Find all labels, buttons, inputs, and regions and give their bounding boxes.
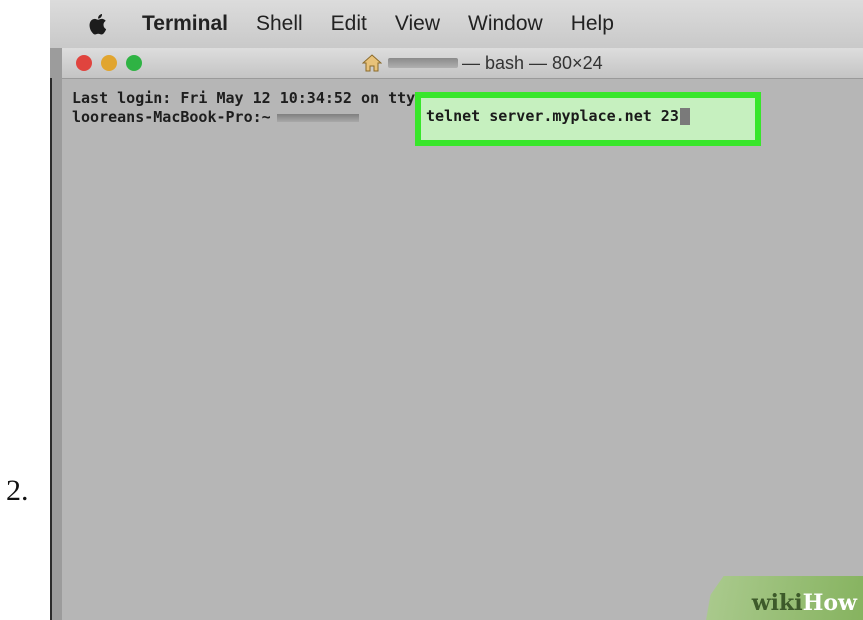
- background-window-edge: [50, 78, 52, 620]
- menu-help[interactable]: Help: [557, 0, 628, 48]
- menu-bar: Terminal Shell Edit View Window Help: [50, 0, 863, 48]
- command-text: telnet server.myplace.net 23: [426, 107, 679, 125]
- menu-window[interactable]: Window: [454, 0, 557, 48]
- prompt-line: looreans-MacBook-Pro:~: [72, 108, 365, 126]
- redacted-user: [276, 113, 359, 122]
- window-title: — bash — 80×24: [362, 48, 603, 78]
- wikihow-how: How: [802, 590, 857, 616]
- screenshot: Terminal Shell Edit View Window Help — b…: [50, 0, 863, 620]
- wikihow-logo: wikiHow: [752, 590, 857, 616]
- apple-logo-icon[interactable]: [88, 12, 110, 36]
- shell-prompt: looreans-MacBook-Pro:~: [72, 108, 271, 126]
- redacted-username: [388, 58, 458, 68]
- window-titlebar[interactable]: — bash — 80×24: [62, 48, 863, 79]
- menu-terminal[interactable]: Terminal: [132, 0, 242, 48]
- last-login-line: Last login: Fri May 12 10:34:52 on ttys0…: [72, 89, 452, 107]
- page: 2. Terminal Shell Edit View Window Help: [0, 0, 863, 620]
- close-button[interactable]: [76, 55, 92, 71]
- menu-shell[interactable]: Shell: [242, 0, 317, 48]
- home-icon: [362, 54, 382, 72]
- menu-edit[interactable]: Edit: [317, 0, 381, 48]
- wikihow-wiki: wiki: [751, 590, 803, 616]
- text-cursor: [679, 108, 690, 125]
- terminal-output[interactable]: Last login: Fri May 12 10:34:52 on ttys0…: [62, 79, 863, 620]
- telnet-command[interactable]: telnet server.myplace.net 23: [426, 107, 690, 125]
- window-title-text: — bash — 80×24: [462, 52, 603, 73]
- maximize-button[interactable]: [126, 55, 142, 71]
- terminal-window: — bash — 80×24 Last login: Fri May 12 10…: [62, 48, 863, 620]
- minimize-button[interactable]: [101, 55, 117, 71]
- step-number: 2.: [6, 474, 29, 507]
- menu-view[interactable]: View: [381, 0, 454, 48]
